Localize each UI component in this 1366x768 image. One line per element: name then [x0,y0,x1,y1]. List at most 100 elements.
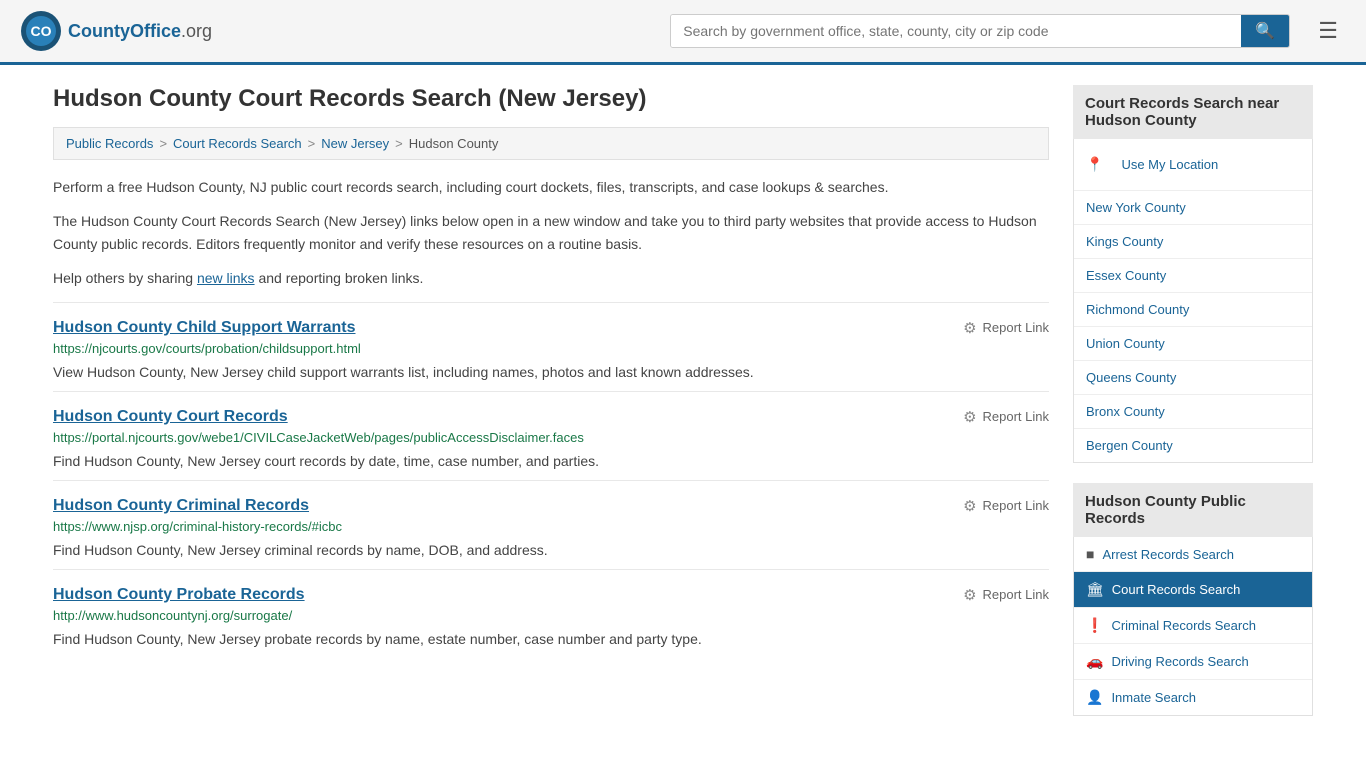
nearby-county-link[interactable]: Queens County [1074,361,1312,394]
nearby-county-link[interactable]: Richmond County [1074,293,1312,326]
public-records-item: 👤Inmate Search [1074,680,1312,715]
report-link-label: Report Link [983,498,1049,513]
breadcrumb-new-jersey[interactable]: New Jersey [321,136,389,151]
nearby-county-link[interactable]: Union County [1074,327,1312,360]
public-records-item: ■ Arrest Records Search [1074,537,1312,572]
record-header: Hudson County Criminal Records ⚙ Report … [53,497,1049,515]
sidebar-item-label: Driving Records Search [1111,654,1248,669]
sidebar: Court Records Search near Hudson County … [1073,85,1313,736]
search-button[interactable]: 🔍 [1241,15,1289,47]
record-url[interactable]: http://www.hudsoncountynj.org/surrogate/ [53,608,1049,623]
breadcrumb-sep-2: > [308,136,316,151]
page-title: Hudson County Court Records Search (New … [53,85,1049,113]
report-link-button[interactable]: ⚙ Report Link [963,319,1049,337]
logo-text: CountyOffice.org [68,21,212,42]
breadcrumb-current: Hudson County [409,136,499,151]
public-records-item: 🚗 Driving Records Search [1074,644,1312,680]
record-entry: Hudson County Criminal Records ⚙ Report … [53,480,1049,569]
use-location-item[interactable]: 📍 Use My Location [1074,139,1312,191]
sidebar-item-icon: ■ [1086,546,1094,562]
report-link-button[interactable]: ⚙ Report Link [963,408,1049,426]
breadcrumb-public-records[interactable]: Public Records [66,136,153,151]
record-url[interactable]: https://portal.njcourts.gov/webe1/CIVILC… [53,430,1049,445]
nearby-section: Court Records Search near Hudson County … [1073,85,1313,463]
nearby-county-link[interactable]: New York County [1074,191,1312,224]
desc3-pre: Help others by sharing [53,270,197,286]
public-records-link[interactable]: 🚗 Driving Records Search [1074,644,1312,679]
record-title[interactable]: Hudson County Criminal Records [53,497,309,515]
public-records-section: Hudson County Public Records ■ Arrest Rec… [1073,483,1313,716]
location-pin-icon: 📍 [1086,156,1103,173]
record-header: Hudson County Court Records ⚙ Report Lin… [53,408,1049,426]
record-title[interactable]: Hudson County Court Records [53,408,288,426]
menu-button[interactable]: ☰ [1310,14,1346,48]
nearby-county-item: Bronx County [1074,395,1312,429]
search-input[interactable] [671,15,1241,47]
desc3-post: and reporting broken links. [255,270,424,286]
nearby-county-link[interactable]: Essex County [1074,259,1312,292]
nearby-county-link[interactable]: Bronx County [1074,395,1312,428]
record-title[interactable]: Hudson County Probate Records [53,586,305,604]
desc-paragraph-3: Help others by sharing new links and rep… [53,267,1049,289]
public-records-list: ■ Arrest Records Search 🏛 Court Records Sea… [1073,537,1313,716]
main-container: Hudson County Court Records Search (New … [33,65,1333,756]
record-entry: Hudson County Child Support Warrants ⚙ R… [53,302,1049,391]
report-link-icon: ⚙ [963,497,976,515]
sidebar-item-label: Inmate Search [1111,690,1196,705]
new-links-link[interactable]: new links [197,270,255,286]
record-header: Hudson County Probate Records ⚙ Report L… [53,586,1049,604]
record-desc: View Hudson County, New Jersey child sup… [53,362,1049,383]
sidebar-item-label: Court Records Search [1112,582,1241,597]
records-list: Hudson County Child Support Warrants ⚙ R… [53,302,1049,658]
report-link-button[interactable]: ⚙ Report Link [963,497,1049,515]
desc-paragraph-2: The Hudson County Court Records Search (… [53,210,1049,255]
search-icon: 🔍 [1255,23,1275,40]
record-url[interactable]: https://njcourts.gov/courts/probation/ch… [53,341,1049,356]
desc-paragraph-1: Perform a free Hudson County, NJ public … [53,176,1049,198]
nearby-county-item: Kings County [1074,225,1312,259]
nearby-county-item: Bergen County [1074,429,1312,462]
logo-icon: CO [20,10,62,52]
report-link-label: Report Link [983,320,1049,335]
report-link-button[interactable]: ⚙ Report Link [963,586,1049,604]
report-link-label: Report Link [983,587,1049,602]
hamburger-icon: ☰ [1318,18,1338,43]
search-bar: 🔍 [670,14,1290,48]
breadcrumb-court-records[interactable]: Court Records Search [173,136,302,151]
record-desc: Find Hudson County, New Jersey probate r… [53,629,1049,650]
public-records-link[interactable]: ■ Arrest Records Search [1074,537,1312,571]
report-link-label: Report Link [983,409,1049,424]
record-title[interactable]: Hudson County Child Support Warrants [53,319,356,337]
public-records-link[interactable]: 👤Inmate Search [1074,680,1312,715]
use-location-link[interactable]: Use My Location [1109,148,1230,181]
nearby-county-item: Essex County [1074,259,1312,293]
nearby-county-item: New York County [1074,191,1312,225]
nearby-county-link[interactable]: Bergen County [1074,429,1312,462]
nearby-county-item: Richmond County [1074,293,1312,327]
page-header: CO CountyOffice.org 🔍 ☰ [0,0,1366,65]
record-url[interactable]: https://www.njsp.org/criminal-history-re… [53,519,1049,534]
record-desc: Find Hudson County, New Jersey criminal … [53,540,1049,561]
nearby-county-link[interactable]: Kings County [1074,225,1312,258]
nearby-county-item: Queens County [1074,361,1312,395]
breadcrumb-sep-3: > [395,136,403,151]
sidebar-item-label: Criminal Records Search [1111,618,1256,633]
nearby-county-item: Union County [1074,327,1312,361]
logo-link[interactable]: CO CountyOffice.org [20,10,212,52]
public-records-section-title: Hudson County Public Records [1073,483,1313,537]
public-records-item: 🏛 Court Records Search [1074,572,1312,608]
report-link-icon: ⚙ [963,319,976,337]
public-records-link[interactable]: 🏛 Court Records Search [1074,572,1312,607]
sidebar-item-icon: 🏛 [1086,581,1104,598]
record-header: Hudson County Child Support Warrants ⚙ R… [53,319,1049,337]
sidebar-item-label: Arrest Records Search [1102,547,1234,562]
breadcrumb: Public Records > Court Records Search > … [53,127,1049,160]
public-records-item: ❗ Criminal Records Search [1074,608,1312,644]
nearby-counties-list: 📍 Use My Location New York CountyKings C… [1073,139,1313,463]
breadcrumb-sep-1: > [159,136,167,151]
sidebar-item-icon: 🚗 [1086,653,1103,670]
public-records-link[interactable]: ❗ Criminal Records Search [1074,608,1312,643]
content-area: Hudson County Court Records Search (New … [53,85,1049,736]
sidebar-item-icon: ❗ [1086,617,1103,634]
report-link-icon: ⚙ [963,408,976,426]
